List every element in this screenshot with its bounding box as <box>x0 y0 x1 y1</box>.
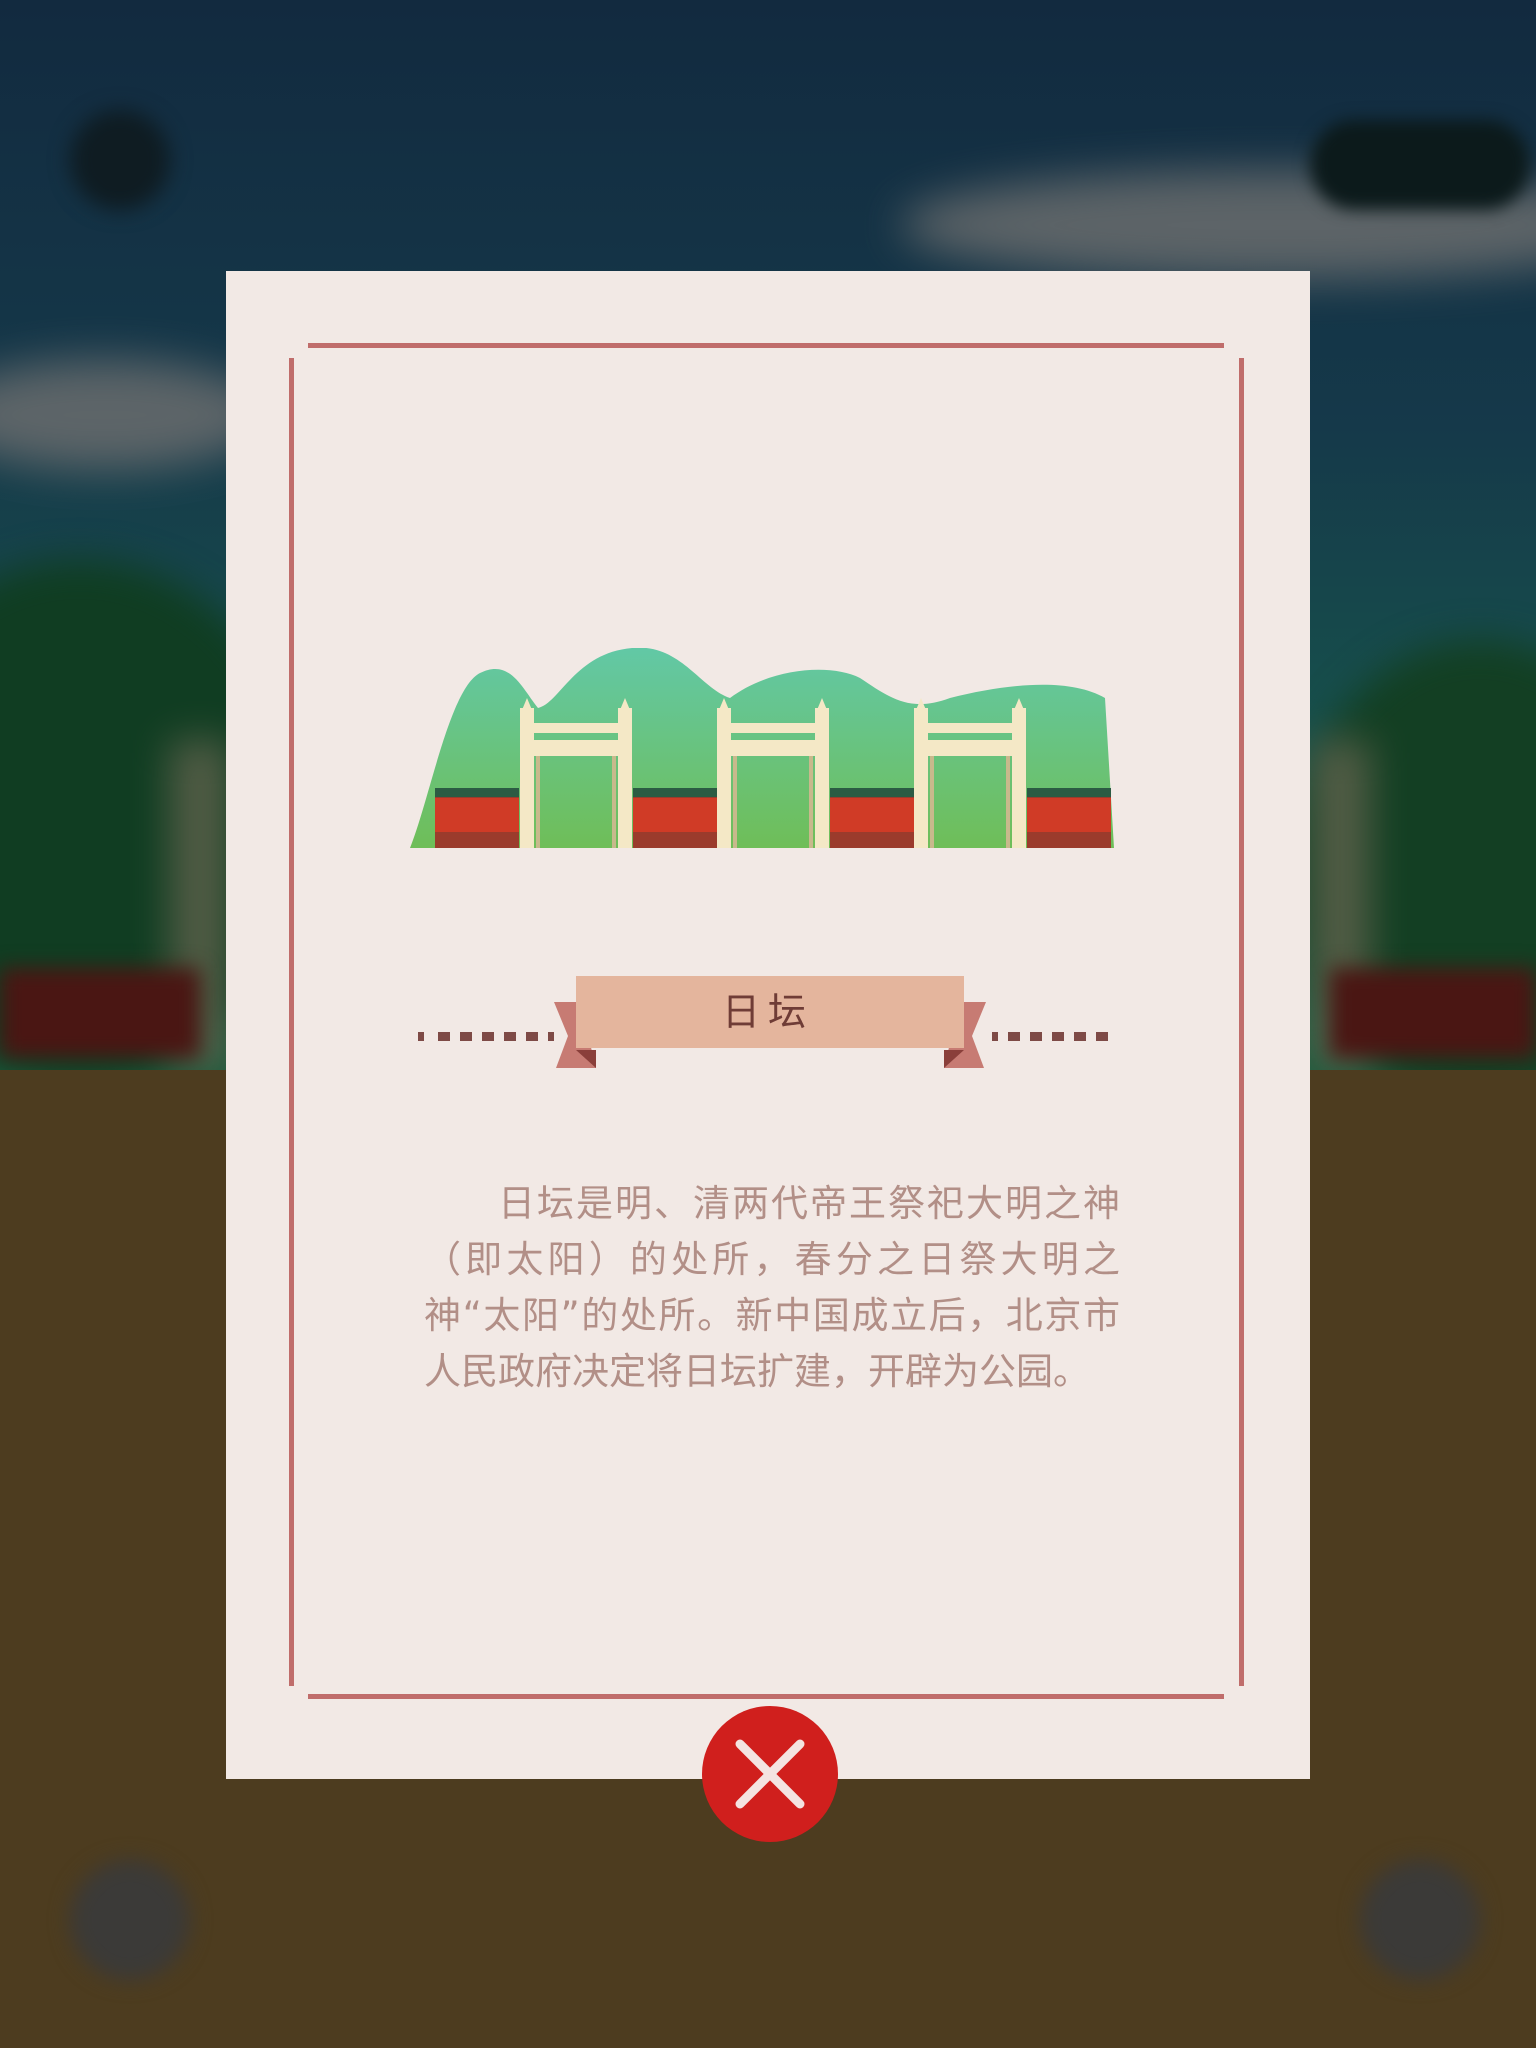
bottom-left-button <box>70 1860 190 1980</box>
card-description: 日坛是明、清两代帝王祭祀大明之神（即太阳）的处所，春分之日祭大明之神“太阳”的处… <box>424 1182 1120 1393</box>
dotted-line-right <box>992 1032 1108 1041</box>
close-icon <box>735 1739 805 1809</box>
back-button-shadow <box>70 110 170 210</box>
frame-top <box>308 343 1224 348</box>
frame-right <box>1239 358 1244 1686</box>
bottom-right-button <box>1360 1860 1480 1980</box>
card-title: 日坛 <box>721 990 814 1034</box>
frame-left <box>289 358 294 1686</box>
landmark-illustration <box>410 648 1114 848</box>
dotted-line-left <box>418 1032 554 1041</box>
top-right-pill <box>1310 120 1530 210</box>
frame-bottom <box>308 1694 1224 1699</box>
red-wall <box>1330 968 1536 1058</box>
close-button[interactable] <box>702 1706 838 1842</box>
red-wall <box>0 968 200 1058</box>
